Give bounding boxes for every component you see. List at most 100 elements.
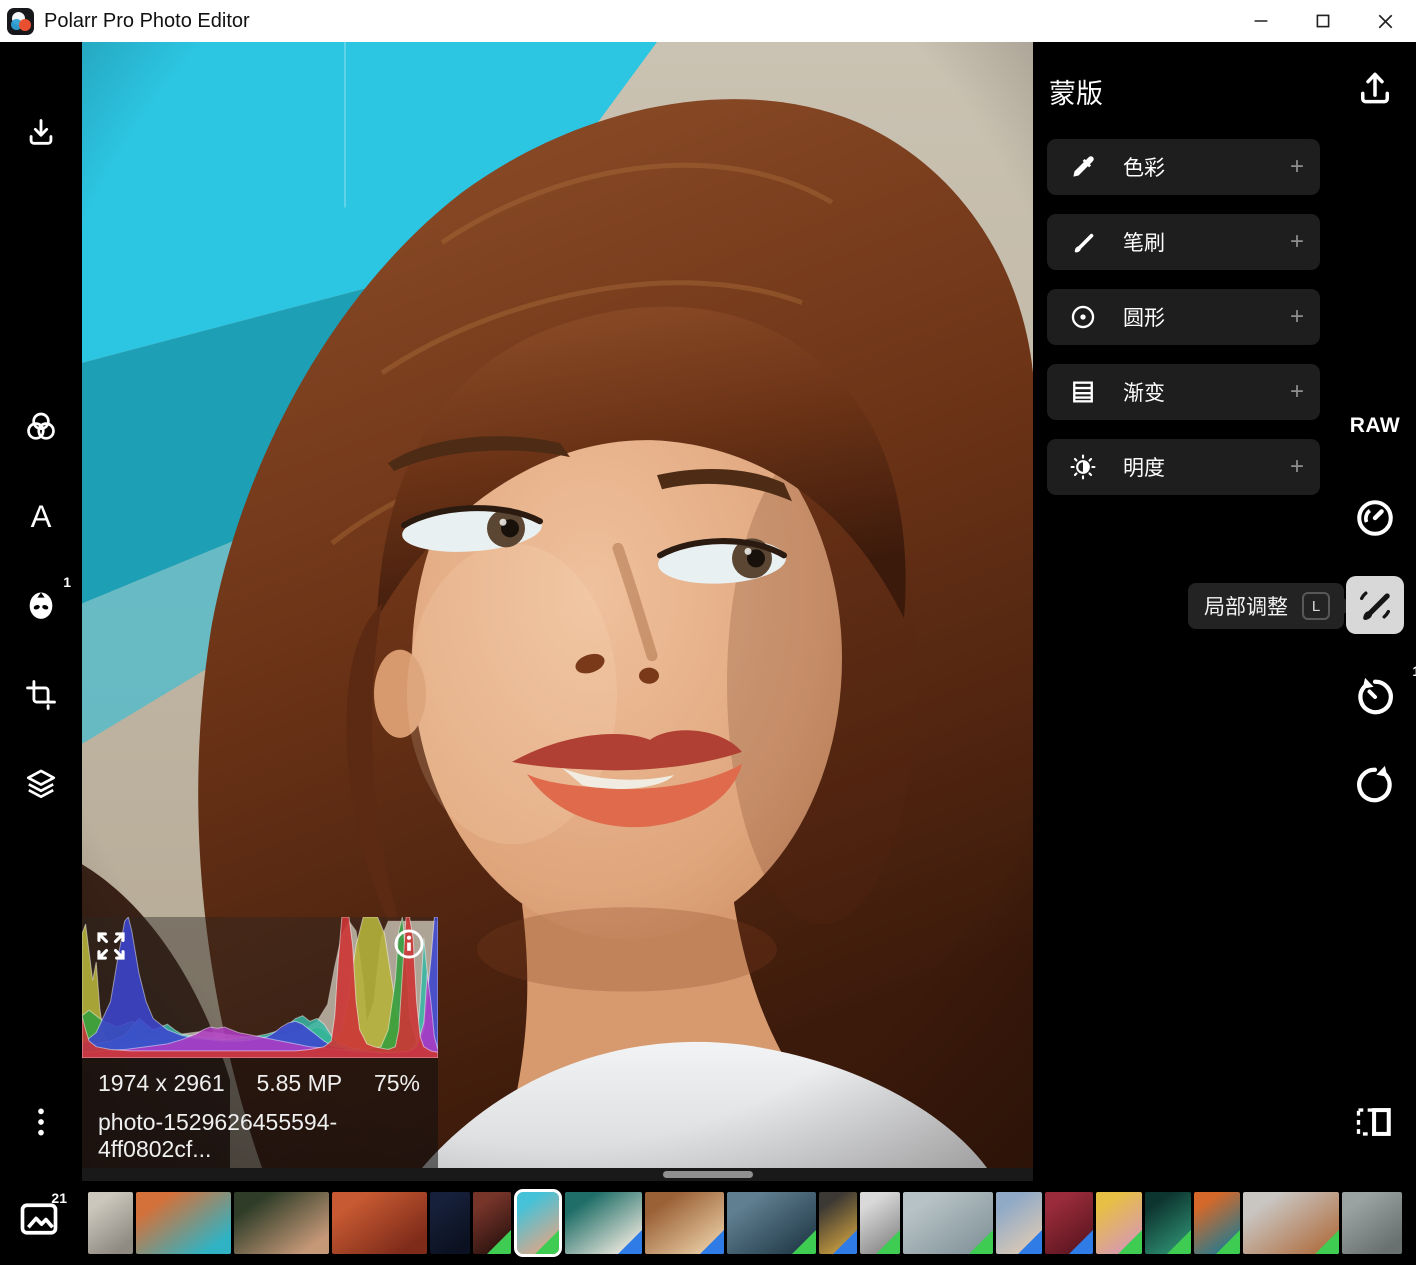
- compare-button[interactable]: [1353, 1100, 1397, 1144]
- filmstrip-thumbnail[interactable]: [234, 1192, 329, 1254]
- scrollbar-thumb[interactable]: [663, 1171, 753, 1178]
- filmstrip-thumbnail[interactable]: [1096, 1192, 1142, 1254]
- filmstrip-thumbnail[interactable]: [727, 1192, 816, 1254]
- filmstrip-thumbnail[interactable]: [645, 1192, 724, 1254]
- add-mask-button[interactable]: +: [1290, 153, 1304, 181]
- mask-tool-label: 色彩: [1123, 152, 1165, 182]
- zoom-level: 75%: [374, 1070, 420, 1097]
- filmstrip-thumbnail[interactable]: [860, 1192, 900, 1254]
- undo-icon: [1353, 675, 1397, 719]
- reset-button[interactable]: [1353, 763, 1397, 807]
- export-icon: [1354, 68, 1396, 110]
- filmstrip-thumbnail[interactable]: [473, 1192, 511, 1254]
- panel-title: 蒙版: [1049, 72, 1103, 111]
- mask-tool-label: 明度: [1123, 452, 1165, 482]
- text-tool-icon: A: [24, 500, 58, 534]
- layers-icon: [24, 767, 58, 801]
- mask-tool-label: 笔刷: [1123, 227, 1165, 257]
- photo-count-badge: 21: [51, 1190, 67, 1206]
- right-rail: RAW: [1334, 42, 1416, 1181]
- edited-marker-blue: [1069, 1230, 1093, 1254]
- toolbar-text-button[interactable]: A: [17, 493, 65, 541]
- add-mask-button[interactable]: +: [1290, 303, 1304, 331]
- filmstrip-thumbnail[interactable]: [332, 1192, 427, 1254]
- mask-tool-color-button[interactable]: 色彩 +: [1047, 139, 1320, 195]
- more-dots-icon: [24, 1105, 58, 1139]
- filmstrip-thumbnail[interactable]: [996, 1192, 1042, 1254]
- minimize-icon: [1254, 14, 1268, 28]
- edited-marker-green: [792, 1230, 816, 1254]
- shortcut-key: L: [1302, 592, 1330, 620]
- histogram-panel: [82, 917, 438, 1058]
- maximize-icon: [1316, 14, 1330, 28]
- mask-tool-label: 渐变: [1123, 377, 1165, 407]
- edited-marker-green: [535, 1230, 559, 1254]
- filmstrip-thumbnail[interactable]: [430, 1192, 470, 1254]
- edited-marker-green: [1167, 1230, 1191, 1254]
- filmstrip-thumbnail[interactable]: [1194, 1192, 1240, 1254]
- filmstrip-thumbnail[interactable]: [565, 1192, 642, 1254]
- crop-icon: [24, 678, 58, 712]
- local-adjustments-button[interactable]: [1346, 576, 1404, 634]
- export-button[interactable]: [1354, 68, 1396, 110]
- add-mask-button[interactable]: +: [1290, 453, 1304, 481]
- filmstrip-thumbnail[interactable]: [819, 1192, 857, 1254]
- edited-marker-blue: [618, 1230, 642, 1254]
- filmstrip-thumbnail[interactable]: [88, 1192, 133, 1254]
- compare-icon: [1353, 1100, 1397, 1144]
- mask-tool-brush-button[interactable]: 笔刷 +: [1047, 214, 1320, 270]
- image-info-overlay: 1974 x 2961 5.85 MP 75% photo-1529626455…: [82, 917, 438, 1179]
- filmstrip-thumbnail[interactable]: [903, 1192, 993, 1254]
- local-adjustments-tooltip: 局部调整 L: [1188, 583, 1344, 629]
- close-button[interactable]: [1354, 0, 1416, 42]
- eyedropper-icon: [1069, 153, 1097, 181]
- mask-tool-luminance-button[interactable]: 明度 +: [1047, 439, 1320, 495]
- filmstrip-thumbnail[interactable]: [1342, 1192, 1402, 1254]
- undo-history-button[interactable]: 12: [1334, 675, 1416, 719]
- filmstrip-thumbnail[interactable]: [136, 1192, 231, 1254]
- expand-icon[interactable]: [94, 929, 128, 963]
- dial-tool-button[interactable]: [1353, 496, 1397, 540]
- toolbar-layers-button[interactable]: [17, 760, 65, 808]
- info-icon[interactable]: [392, 927, 426, 961]
- horizontal-scrollbar[interactable]: [82, 1168, 1033, 1181]
- filmstrip-thumbnail[interactable]: [1045, 1192, 1093, 1254]
- filmstrip-thumbnail[interactable]: [1243, 1192, 1339, 1254]
- tool-badge: 1: [63, 574, 71, 590]
- redo-icon: [1353, 763, 1397, 807]
- mask-tool-gradient-button[interactable]: 渐变 +: [1047, 364, 1320, 420]
- brush-icon: [1069, 228, 1097, 256]
- histogram-chart: [82, 917, 438, 1058]
- download-icon: [24, 116, 58, 150]
- toolbar-import-button[interactable]: [17, 109, 65, 157]
- canvas-area: 1974 x 2961 5.85 MP 75% photo-1529626455…: [82, 42, 1033, 1181]
- luminance-icon: [1069, 453, 1097, 481]
- toolbar-more-button[interactable]: [17, 1098, 65, 1146]
- radial-icon: [1069, 303, 1097, 331]
- filmstrip-thumbnail[interactable]: [1145, 1192, 1191, 1254]
- image-megapixels: 5.85 MP: [256, 1070, 342, 1097]
- right-panel: 蒙版 色彩 + 笔刷 + 圆形 + 渐变 + 明度 + 局部调整 L RAW: [1033, 42, 1416, 1181]
- edited-marker-blue: [833, 1230, 857, 1254]
- gradient-icon: [1069, 378, 1097, 406]
- add-mask-button[interactable]: +: [1290, 378, 1304, 406]
- toolbar-filters-button[interactable]: [17, 403, 65, 451]
- maximize-button[interactable]: [1292, 0, 1354, 42]
- mask-tool-radial-button[interactable]: 圆形 +: [1047, 289, 1320, 345]
- left-toolbar: A1: [0, 42, 82, 1181]
- svg-text:A: A: [31, 500, 52, 534]
- edited-marker-green: [1315, 1230, 1339, 1254]
- image-dimensions: 1974 x 2961: [98, 1070, 225, 1097]
- mask-tool-label: 圆形: [1123, 302, 1165, 332]
- undo-count-badge: 12: [1412, 663, 1416, 679]
- raw-indicator[interactable]: RAW: [1350, 414, 1401, 438]
- toolbar-overlays-button[interactable]: 1: [17, 581, 65, 629]
- local-adjust-brush-icon: [1355, 585, 1395, 625]
- add-mask-button[interactable]: +: [1290, 228, 1304, 256]
- face-icon: [24, 588, 58, 622]
- toolbar-crop-button[interactable]: [17, 671, 65, 719]
- edited-marker-green: [487, 1230, 511, 1254]
- minimize-button[interactable]: [1230, 0, 1292, 42]
- filmstrip-thumbnail-selected[interactable]: [514, 1189, 562, 1257]
- photo-library-button[interactable]: 21: [17, 1197, 61, 1241]
